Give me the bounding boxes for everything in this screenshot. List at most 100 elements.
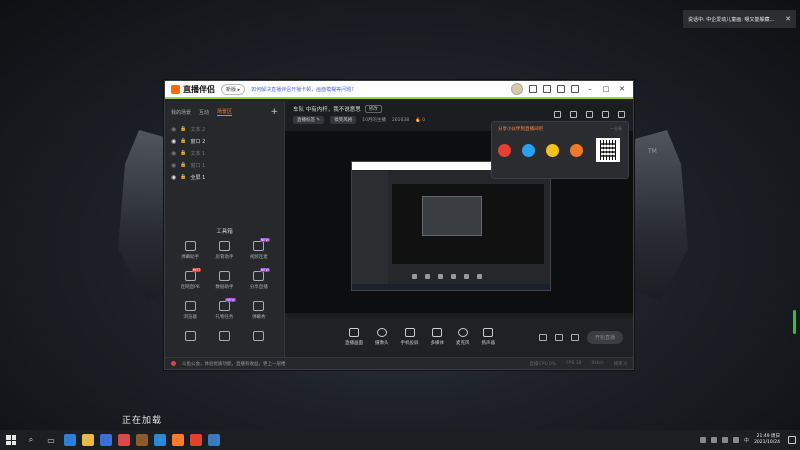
close-icon[interactable]: ✕ (785, 15, 791, 23)
version-button[interactable]: 新版 ▸ (221, 83, 246, 95)
eye-icon[interactable]: ◉ (171, 138, 176, 145)
music-icon[interactable] (118, 434, 130, 446)
title-bar: 直播伴侣 新版 ▸ 如何解决直播伴侣开播卡顿，画面模糊等问题? – □ ✕ (165, 81, 633, 99)
scene-item[interactable]: ◉ 🔒 窗口 1 (171, 159, 278, 171)
share-popup-title: 分享小伙伴到直播间吧 (498, 127, 543, 132)
layout-icon[interactable] (554, 111, 561, 118)
new-badge: NEW (259, 268, 270, 272)
minimize-button[interactable]: – (585, 85, 595, 93)
eye-icon[interactable]: ◉ (171, 126, 176, 133)
lock-icon[interactable]: 🔒 (180, 126, 186, 132)
media-button[interactable]: 多媒体 (431, 328, 444, 346)
eye-icon[interactable]: ◉ (171, 150, 176, 157)
clock[interactable]: 21:49 周日 2021/10/24 (754, 434, 780, 446)
eye-icon[interactable]: ◉ (171, 174, 176, 181)
lock-icon[interactable]: 🔒 (180, 174, 186, 180)
record-icon[interactable] (538, 333, 547, 341)
edge-icon[interactable] (64, 434, 76, 446)
tool-share-stream[interactable]: NEW 分享直播 (242, 268, 276, 290)
tray-icon[interactable] (711, 437, 718, 443)
link-icon[interactable] (570, 144, 583, 157)
tool-data-assistant[interactable]: 数据助手 (207, 271, 241, 290)
tool-pk[interactable]: HOT 连网直PK (173, 268, 207, 290)
announcement-link[interactable]: 如何解决直播伴侣开播卡顿，画面模糊等问题? (251, 86, 354, 93)
tool-video-link[interactable]: NEW 视频连麦 (242, 238, 276, 260)
start-button[interactable] (4, 433, 18, 447)
qq-icon[interactable] (522, 144, 535, 157)
bell-icon[interactable] (602, 111, 609, 118)
tool-danmu-show[interactable]: 弹幕秀 (242, 301, 276, 320)
qzone-icon[interactable] (546, 144, 559, 157)
streaming-app-icon[interactable] (172, 434, 184, 446)
notification-center-icon[interactable] (788, 436, 796, 444)
eye-icon[interactable]: ◉ (171, 162, 176, 169)
control-bar: 直播画面 摄像头 手机投屏 多媒体 麦克风 扬声器 开始直播 (285, 317, 633, 357)
gear-icon[interactable] (570, 333, 579, 341)
app-name: 直播伴侣 (183, 84, 215, 94)
volume-icon[interactable] (733, 437, 740, 443)
new-badge: NEW (259, 238, 270, 242)
share-more-link[interactable]: 一分享 (610, 126, 622, 132)
tool-label: 分享直播 (249, 285, 268, 290)
language-indicator[interactable]: 中 (744, 437, 749, 444)
tool-gift-task[interactable]: NEW 礼物任务 (207, 298, 241, 320)
close-button[interactable]: ✕ (617, 85, 627, 93)
start-stream-button[interactable]: 开始直播 (586, 330, 623, 344)
weibo-icon[interactable] (190, 434, 202, 446)
photos-icon[interactable] (154, 434, 166, 446)
edit-title-button[interactable]: 修改 (364, 105, 382, 113)
tab-my-scenes[interactable]: 我的场景 (171, 109, 191, 116)
task-view-icon[interactable]: ▭ (44, 433, 58, 447)
lock-icon[interactable] (570, 111, 577, 118)
weibo-icon[interactable] (498, 144, 511, 157)
settings-icon[interactable] (557, 85, 565, 93)
camera-button[interactable]: 摄像头 (375, 328, 389, 346)
scene-item[interactable]: ◉ 🔒 全屏 1 (171, 171, 278, 183)
add-source-icon[interactable]: + (270, 107, 278, 117)
tab-interaction[interactable]: 互动 (199, 109, 209, 116)
category-button[interactable]: 搞笑风格 (330, 116, 357, 124)
tool-room-admin[interactable]: 房管助手 (207, 241, 241, 260)
play-icon (432, 328, 443, 337)
status-text[interactable]: 斗鱼公会，体验优质功能，直播有收益，更上一层楼 (182, 361, 286, 367)
qr-code (596, 138, 620, 162)
scene-item[interactable]: ◉ 🔒 文本 2 (171, 123, 278, 135)
menu-icon[interactable] (571, 85, 579, 93)
share-icon[interactable] (618, 111, 625, 118)
game-icon[interactable] (136, 434, 148, 446)
control-label: 手机投屏 (400, 341, 419, 346)
tool-icon (184, 331, 196, 341)
lock-icon[interactable]: 🔒 (180, 138, 186, 144)
eye-icon[interactable] (554, 333, 563, 341)
lock-icon[interactable]: 🔒 (180, 150, 186, 156)
screen-icon[interactable] (543, 85, 551, 93)
speaker-button[interactable]: 扬声器 (481, 328, 496, 346)
maximize-button[interactable]: □ (601, 85, 611, 93)
folder-icon[interactable] (82, 434, 94, 446)
scene-item[interactable]: ◉ 🔒 窗口 2 (171, 135, 278, 147)
tag-edit-button[interactable]: 直播标签 ✎ (293, 116, 325, 124)
tool-label: 连网直PK (180, 285, 200, 290)
chart-icon (218, 271, 230, 281)
tool-extra-3[interactable] (242, 331, 276, 341)
microphone-button[interactable]: 麦克风 (456, 328, 470, 346)
control-label: 扬声器 (481, 341, 496, 346)
screenshot-icon[interactable] (586, 111, 593, 118)
steam-icon[interactable] (208, 434, 220, 446)
avatar[interactable] (511, 83, 523, 95)
message-icon[interactable] (529, 85, 537, 93)
network-icon[interactable] (722, 437, 729, 443)
store-icon[interactable] (100, 434, 112, 446)
screen-capture-button[interactable]: 直播画面 (345, 328, 363, 346)
scene-item[interactable]: ◉ 🔒 文本 1 (171, 147, 278, 159)
tool-danmu-assistant[interactable]: 弹幕助手 (173, 241, 207, 260)
tray-icon[interactable] (700, 437, 707, 443)
search-icon[interactable]: ⌕ (24, 433, 38, 447)
lock-icon[interactable]: 🔒 (180, 162, 186, 168)
tool-browser[interactable]: 浏览器 (173, 301, 207, 320)
phone-cast-button[interactable]: 手机投屏 (401, 328, 419, 346)
tab-scene-area[interactable]: 场景区 (217, 108, 233, 116)
side-scrollbar[interactable] (793, 310, 796, 334)
tool-extra-2[interactable] (207, 331, 241, 341)
tool-extra-1[interactable] (173, 331, 207, 341)
